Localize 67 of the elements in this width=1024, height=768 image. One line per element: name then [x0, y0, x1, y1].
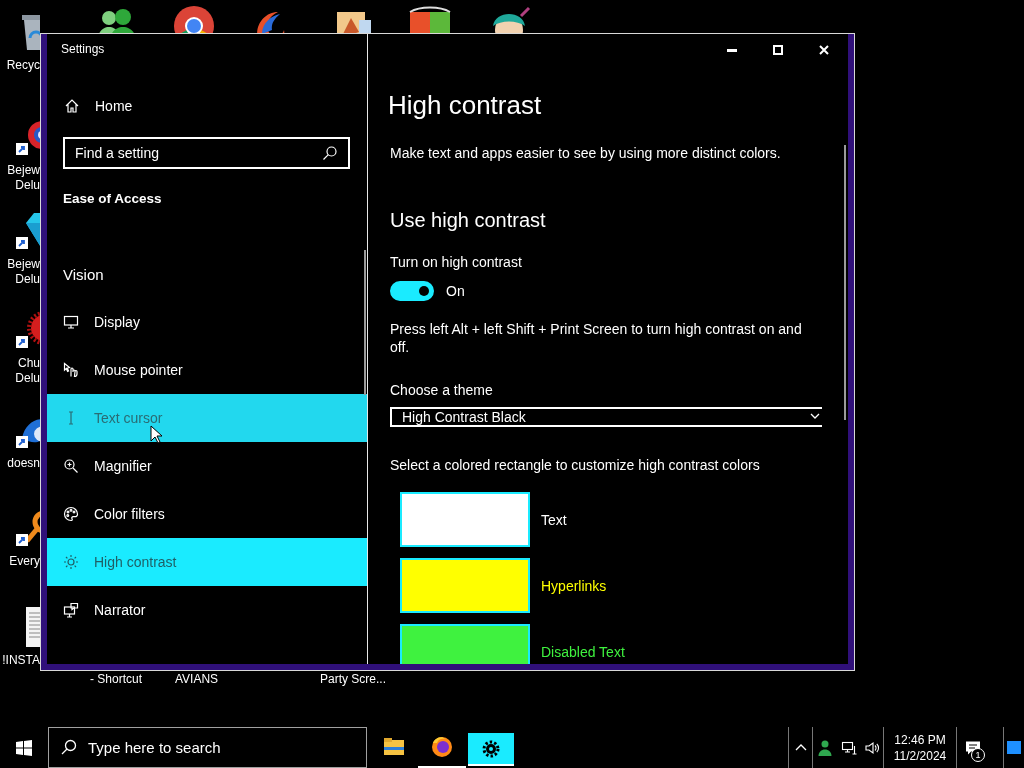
search-icon — [61, 739, 77, 755]
category-heading: Ease of Access — [62, 190, 162, 208]
toggle-state: On — [446, 282, 465, 301]
icon-label: Bejew Delu — [6, 163, 40, 193]
nav-item[interactable]: Narrator — [47, 586, 367, 634]
notifications-button[interactable]: 1 — [957, 727, 989, 768]
nav-item[interactable]: Magnifier — [47, 442, 367, 490]
fox-globe-icon — [430, 734, 454, 759]
monitor-speech-icon — [63, 602, 79, 618]
nav-item[interactable]: High contrast — [47, 538, 367, 586]
color-swatch[interactable] — [400, 558, 530, 613]
page-title: High contrast — [388, 89, 542, 122]
palette-icon — [63, 506, 79, 522]
screen-icon — [1007, 739, 1021, 756]
icon-label: AVIANS — [175, 673, 219, 686]
nav-item[interactable]: Text cursor — [47, 394, 367, 442]
maximize-icon — [773, 45, 783, 55]
chevron-down-icon — [810, 413, 820, 421]
close-icon — [819, 45, 829, 55]
mouse-cursor-icon — [150, 425, 162, 444]
icon-label: - Shortcut — [90, 673, 143, 686]
clock-date[interactable]: 11/2/2024 — [893, 747, 947, 764]
icon-label: Party Scre... — [320, 673, 387, 686]
swatch-label: Text — [541, 510, 567, 530]
pointer-hand-icon — [63, 362, 79, 378]
nav-item[interactable]: Mouse pointer — [47, 346, 367, 394]
toggle-switch[interactable] — [390, 281, 434, 301]
icon-label: doesn — [6, 456, 40, 471]
speaker-icon — [863, 739, 880, 756]
taskbar-app[interactable] — [468, 733, 514, 766]
theme-dropdown[interactable]: High Contrast Black — [390, 407, 822, 427]
icon-label: !INSTA — [1, 653, 40, 668]
group-heading: Vision — [62, 265, 104, 285]
search-icon[interactable] — [322, 145, 338, 161]
nav-item[interactable]: Color filters — [47, 490, 367, 538]
theme-label: Choose a theme — [390, 381, 493, 400]
swatch-label: Disabled Text — [541, 642, 625, 662]
color-swatch[interactable] — [400, 624, 530, 664]
sun-icon — [63, 554, 79, 570]
window-title: Settings — [60, 41, 105, 58]
icon-label: Recyc — [5, 58, 40, 73]
nav-item[interactable]: Display — [47, 298, 367, 346]
house-icon — [64, 98, 80, 114]
shortcut-hint: Press left Alt + left Shift + Print Screen to turn high contrast on and off. — [390, 320, 803, 356]
notification-count: 1 — [971, 748, 985, 762]
icon-label: Chu Delu — [14, 356, 40, 386]
icon-label: Bejew Delu — [6, 257, 40, 287]
page-description: Make text and apps easier to see by using more distinct colors. — [390, 144, 781, 163]
toggle-label: Turn on high contrast — [390, 253, 522, 272]
section-heading: Use high contrast — [390, 208, 546, 233]
icon-label: Every — [8, 554, 40, 569]
zoom-in-icon — [63, 458, 79, 474]
shield-icon[interactable] — [408, 4, 452, 33]
clock-time[interactable]: 12:46 PM — [894, 731, 946, 748]
monitor-icon — [63, 314, 79, 330]
colors-instructions: Select a colored rectangle to customize high contrast colors — [390, 456, 760, 475]
scroll-bar[interactable] — [364, 250, 366, 395]
network-icon — [840, 739, 857, 756]
swatch-label: Hyperlinks — [541, 576, 607, 596]
windows-logo-icon — [16, 739, 32, 756]
scroll-bar[interactable] — [844, 145, 846, 420]
color-swatch[interactable] — [400, 492, 530, 547]
person-icon — [817, 738, 833, 757]
show-desktop-button[interactable] — [1003, 727, 1024, 768]
minimize-icon — [727, 48, 737, 52]
search-field[interactable]: Type here to search — [48, 727, 367, 768]
home-link[interactable]: Home — [47, 86, 367, 126]
